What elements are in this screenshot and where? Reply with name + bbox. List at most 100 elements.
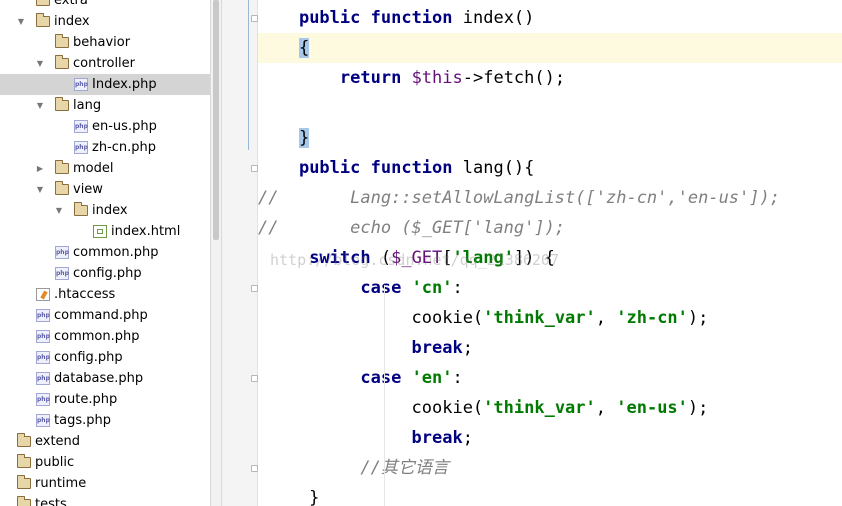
code-line[interactable]: case 'en': bbox=[258, 363, 842, 393]
php-file-icon: php bbox=[36, 309, 50, 322]
tree-item[interactable]: ▼ view bbox=[0, 179, 210, 200]
project-tree-scrollbar[interactable] bbox=[210, 0, 222, 506]
tree-item[interactable]: extra bbox=[0, 0, 210, 11]
code-token: cookie( bbox=[258, 398, 484, 418]
code-token: ); bbox=[687, 308, 709, 328]
tree-item[interactable]: php command.php bbox=[0, 305, 210, 326]
tree-item[interactable]: php en-us.php bbox=[0, 116, 210, 137]
code-line[interactable]: //其它语言 bbox=[258, 453, 842, 483]
tree-item[interactable]: php tags.php bbox=[0, 410, 210, 431]
chevron-right-icon[interactable]: ▶ bbox=[35, 158, 45, 179]
tree-item[interactable]: ▼ index bbox=[0, 11, 210, 32]
chevron-down-icon[interactable]: ▼ bbox=[35, 95, 45, 116]
code-token: index() bbox=[452, 8, 535, 28]
php-file-icon: php bbox=[74, 120, 88, 133]
tree-item[interactable]: php common.php bbox=[0, 242, 210, 263]
tree-item-label: runtime bbox=[35, 476, 87, 491]
tree-item-label: database.php bbox=[54, 371, 144, 386]
tree-item[interactable]: .htaccess bbox=[0, 284, 210, 305]
tree-item[interactable]: ▼ index bbox=[0, 200, 210, 221]
tree-item[interactable]: tests bbox=[0, 494, 210, 506]
code-line[interactable]: public function index() bbox=[258, 3, 842, 33]
code-token: 'think_var' bbox=[483, 398, 596, 418]
fold-marker-icon[interactable] bbox=[251, 465, 258, 472]
tree-item[interactable]: php zh-cn.php bbox=[0, 137, 210, 158]
tree-item-label: extra bbox=[54, 0, 88, 8]
code-line[interactable]: cookie('think_var', 'en-us'); bbox=[258, 393, 842, 423]
code-token: $this bbox=[411, 68, 463, 88]
code-line[interactable]: case 'cn': bbox=[258, 273, 842, 303]
project-tree: extra ▼ index behavior ▼ controller php Index.p… bbox=[0, 0, 210, 506]
code-line[interactable]: cookie('think_var', 'zh-cn'); bbox=[258, 303, 842, 333]
code-line[interactable]: } bbox=[258, 483, 842, 506]
tree-item[interactable]: runtime bbox=[0, 473, 210, 494]
tree-item[interactable]: php config.php bbox=[0, 347, 210, 368]
code-token: 'lang' bbox=[452, 248, 514, 268]
tree-item-label: route.php bbox=[54, 392, 118, 407]
code-token: lang(){ bbox=[452, 158, 535, 178]
code-token: 'en-us' bbox=[616, 398, 688, 418]
php-file-icon: php bbox=[74, 78, 88, 91]
fold-marker-icon[interactable] bbox=[251, 375, 258, 382]
php-file-icon: php bbox=[36, 372, 50, 385]
code-token: : bbox=[452, 278, 463, 298]
code-line[interactable]: } bbox=[258, 123, 842, 153]
tree-item[interactable]: ▼ lang bbox=[0, 95, 210, 116]
code-line[interactable]: return $this->fetch(); bbox=[258, 63, 842, 93]
tree-item[interactable]: php Index.php bbox=[0, 74, 210, 95]
html-file-icon bbox=[93, 225, 107, 238]
code-line[interactable]: // Lang::setAllowLangList(['zh-cn','en-u… bbox=[258, 183, 842, 213]
fold-marker-icon[interactable] bbox=[251, 285, 258, 292]
tree-item[interactable]: behavior bbox=[0, 32, 210, 53]
htaccess-file-icon bbox=[36, 288, 50, 301]
code-token: //其它语言 bbox=[360, 458, 449, 478]
chevron-down-icon[interactable]: ▼ bbox=[16, 11, 26, 32]
code-line[interactable]: break; bbox=[258, 333, 842, 363]
code-token: ( bbox=[370, 248, 392, 268]
tree-item[interactable]: php route.php bbox=[0, 389, 210, 410]
fold-marker-icon[interactable] bbox=[251, 15, 258, 22]
tree-item[interactable]: extend bbox=[0, 431, 210, 452]
tree-item[interactable]: php config.php bbox=[0, 263, 210, 284]
code-token: cookie( bbox=[258, 308, 484, 328]
code-line[interactable]: public function lang(){ bbox=[258, 153, 842, 183]
tree-item[interactable]: ▶ model bbox=[0, 158, 210, 179]
tree-item-label: .htaccess bbox=[54, 287, 116, 302]
chevron-down-icon[interactable]: ▼ bbox=[35, 179, 45, 200]
code-line[interactable]: break; bbox=[258, 423, 842, 453]
code-line[interactable]: // echo ($_GET['lang']); bbox=[258, 213, 842, 243]
chevron-down-icon[interactable]: ▼ bbox=[54, 200, 64, 221]
code-editor[interactable]: public function index() { return $this->… bbox=[258, 0, 842, 506]
scrollbar-thumb[interactable] bbox=[213, 0, 219, 240]
code-token: : bbox=[452, 368, 463, 388]
folder-icon bbox=[36, 13, 50, 27]
tree-item[interactable]: public bbox=[0, 452, 210, 473]
code-token: 'think_var' bbox=[483, 308, 596, 328]
tree-item-label: controller bbox=[73, 56, 136, 71]
chevron-down-icon[interactable]: ▼ bbox=[35, 53, 45, 74]
tree-item[interactable]: php database.php bbox=[0, 368, 210, 389]
tree-item[interactable]: index.html bbox=[0, 221, 210, 242]
folder-icon bbox=[55, 55, 69, 69]
tree-item[interactable]: php common.php bbox=[0, 326, 210, 347]
folder-icon bbox=[17, 475, 31, 489]
code-token: break bbox=[411, 428, 463, 448]
fold-marker-icon[interactable] bbox=[251, 165, 258, 172]
code-line[interactable]: switch ($_GET['lang']) { bbox=[258, 243, 842, 273]
code-line[interactable]: { bbox=[258, 33, 842, 63]
tree-item-label: public bbox=[35, 455, 75, 470]
tree-item[interactable]: ▼ controller bbox=[0, 53, 210, 74]
folder-icon bbox=[74, 202, 88, 216]
code-line[interactable] bbox=[258, 93, 842, 123]
code-token: break bbox=[411, 338, 463, 358]
tree-item-label: common.php bbox=[73, 245, 159, 260]
tree-item-label: zh-cn.php bbox=[92, 140, 157, 155]
tree-item-label: behavior bbox=[73, 35, 131, 50]
